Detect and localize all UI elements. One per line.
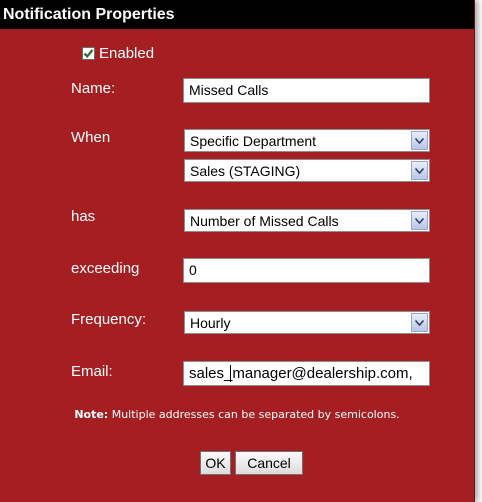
email-input[interactable]: sales_manager@dealership.com, [183,361,430,386]
exceeding-label: exceeding [71,260,140,277]
text-caret [230,365,231,382]
has-value: Number of Missed Calls [190,213,339,229]
chevron-down-icon[interactable] [411,211,428,230]
check-icon [83,48,94,58]
chevron-down-icon[interactable] [411,161,428,180]
email-label: Email: [71,363,113,380]
name-label: Name: [71,80,116,97]
note-prefix: Note: [74,408,109,421]
cancel-button[interactable]: Cancel [235,451,303,475]
note-text: Note: Multiple addresses can be separate… [0,408,474,421]
when-scope-value: Specific Department [190,133,317,149]
name-input[interactable]: Missed Calls [183,78,430,103]
dialog-title: Notification Properties [0,0,474,29]
has-label: has [71,208,96,225]
frequency-label: Frequency: [71,311,147,328]
enabled-checkbox[interactable] [82,46,95,60]
chevron-down-icon[interactable] [411,131,428,150]
chevron-down-icon[interactable] [411,313,428,332]
when-department-value: Sales (STAGING) [190,163,301,179]
notification-properties-dialog: Notification Properties Enabled Name: Mi… [0,0,475,502]
frequency-value: Hourly [190,315,231,331]
when-scope-select[interactable]: Specific Department [184,129,430,152]
ok-button[interactable]: OK [200,451,231,475]
note-body: Multiple addresses can be separated by s… [108,408,400,421]
exceeding-input[interactable]: 0 [183,258,430,283]
enabled-label: Enabled [99,44,155,62]
has-select[interactable]: Number of Missed Calls [184,209,430,232]
when-department-select[interactable]: Sales (STAGING) [184,159,430,182]
when-label: When [71,129,111,146]
enabled-row[interactable]: Enabled [82,44,154,62]
frequency-select[interactable]: Hourly [184,311,430,334]
